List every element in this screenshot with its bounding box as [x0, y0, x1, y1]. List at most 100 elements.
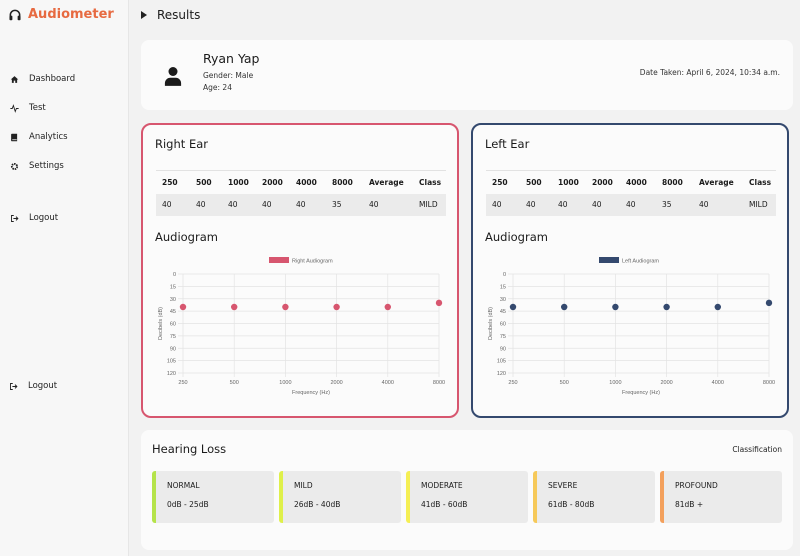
x-tick-label: 250	[508, 380, 517, 386]
left-ear-title: Left Ear	[485, 137, 530, 151]
y-tick-label: 15	[170, 284, 176, 290]
sidebar-item-test[interactable]: Test	[10, 103, 46, 113]
right-audiogram-title: Audiogram	[155, 230, 218, 244]
y-axis-label: Decibels (dB)	[158, 307, 164, 340]
table-cell: 40	[693, 193, 743, 216]
user-icon	[164, 67, 182, 86]
column-header: Class	[413, 170, 446, 194]
x-tick-label: 2000	[330, 380, 342, 386]
column-header: 500	[190, 170, 222, 194]
sidebar-item-label: Settings	[29, 161, 64, 171]
x-tick-label: 8000	[763, 380, 775, 386]
table-cell: 40	[290, 193, 326, 216]
hearing-class-name: NORMAL	[167, 481, 200, 490]
brand[interactable]: Audiometer	[8, 7, 114, 22]
x-tick-label: 8000	[433, 380, 445, 386]
sidebar-item-settings[interactable]: Settings	[10, 161, 64, 171]
left-ear-table: 250 500 1000 2000 4000 8000 Average Clas…	[486, 170, 776, 216]
table-cell: 40	[222, 193, 256, 216]
table-cell: 40	[256, 193, 290, 216]
y-tick-label: 75	[500, 334, 506, 340]
y-tick-label: 90	[170, 346, 176, 352]
x-tick-label: 500	[560, 380, 569, 386]
hearing-class-name: SEVERE	[548, 481, 578, 490]
headphones-icon	[9, 9, 21, 20]
sidebar-item-logout[interactable]: Logout	[10, 213, 58, 223]
hearing-class-range: 41dB - 60dB	[421, 500, 468, 509]
left-ear-card: Left Ear 250 500 1000 2000 4000 8000 Ave…	[471, 123, 789, 418]
column-header: 8000	[326, 170, 363, 194]
patient-age: Age: 24	[203, 83, 232, 92]
logout-icon	[11, 214, 19, 222]
data-point	[663, 303, 670, 311]
y-tick-label: 0	[173, 272, 176, 278]
table-header-row: 250 500 1000 2000 4000 8000 Average Clas…	[156, 170, 446, 194]
data-point	[765, 299, 773, 307]
hearing-class-range: 0dB - 25dB	[167, 500, 209, 509]
table-cell: 40	[520, 193, 552, 216]
column-header: 500	[520, 170, 552, 194]
y-tick-label: 45	[500, 309, 506, 315]
sidebar-item-label: Dashboard	[29, 74, 76, 84]
waveform-icon	[10, 103, 19, 113]
data-point	[561, 303, 568, 311]
table-cell: 40	[190, 193, 222, 216]
right-ear-title: Right Ear	[155, 137, 208, 151]
sidebar-item-dashboard[interactable]: Dashboard	[10, 74, 75, 84]
column-header: 4000	[290, 170, 326, 194]
logout-icon	[10, 382, 18, 390]
y-tick-label: 105	[167, 359, 176, 365]
hearing-class-range: 26dB - 40dB	[294, 500, 341, 509]
sidebar-bottom-logout[interactable]: Logout	[9, 381, 57, 391]
column-header: 1000	[222, 170, 256, 194]
chart-legend: Left Audiogram	[599, 257, 659, 265]
table-cell: 40	[156, 193, 190, 216]
caret-right-icon[interactable]	[141, 11, 147, 19]
page-title: Results	[157, 8, 201, 22]
column-header: 8000	[656, 170, 693, 194]
book-icon	[11, 133, 18, 141]
table-cell: 40	[363, 193, 413, 216]
x-tick-label: 2000	[660, 380, 672, 386]
y-tick-label: 60	[170, 322, 176, 328]
legend-swatch	[269, 257, 289, 263]
hearing-class-range: 81dB +	[675, 500, 704, 509]
data-point	[435, 299, 443, 307]
column-header: 2000	[586, 170, 620, 194]
column-header: 250	[156, 170, 190, 194]
x-tick-label: 4000	[712, 380, 724, 386]
column-header: 4000	[620, 170, 656, 194]
data-point	[282, 303, 289, 311]
sidebar-item-label: Test	[29, 103, 46, 113]
hearing-class-range: 61dB - 80dB	[548, 500, 595, 509]
gear-icon	[10, 162, 19, 170]
table-cell: 40	[586, 193, 620, 216]
hearing-class-moderate: MODERATE 41dB - 60dB	[406, 471, 528, 523]
y-axis-label: Decibels (dB)	[488, 307, 494, 340]
right-ear-card: Right Ear 250 500 1000 2000 4000 8000 Av…	[141, 123, 459, 418]
x-axis-label: Frequency (Hz)	[622, 390, 660, 396]
table-cell: MILD	[413, 193, 446, 216]
x-tick-label: 1000	[609, 380, 621, 386]
data-point	[384, 303, 391, 311]
date-taken: Date Taken: April 6, 2024, 10:34 a.m.	[639, 68, 780, 77]
hearing-class-name: PROFOUND	[675, 481, 718, 490]
x-axis-label: Frequency (Hz)	[292, 390, 330, 396]
left-audiogram-title: Audiogram	[485, 230, 548, 244]
column-header: 250	[486, 170, 520, 194]
patient-gender: Gender: Male	[203, 71, 254, 80]
legend-label: Left Audiogram	[622, 259, 659, 265]
column-header: 1000	[552, 170, 586, 194]
y-tick-label: 30	[170, 297, 176, 303]
table-cell: 35	[326, 193, 363, 216]
app-name: Audiometer	[28, 7, 114, 22]
right-audiogram-chart: Right Audiogram 0 15 30 45 60 75 90 105 120250 500…	[158, 257, 445, 396]
results-header[interactable]: Results	[141, 8, 200, 22]
column-header: Average	[693, 170, 743, 194]
table-cell: 40	[620, 193, 656, 216]
sidebar-item-analytics[interactable]: Analytics	[10, 132, 68, 142]
sidebar-item-label: Analytics	[29, 132, 68, 142]
y-tick-label: 105	[497, 359, 506, 365]
sidebar: Audiometer Dashboard Test Analytics Sett…	[0, 0, 129, 556]
home-icon	[10, 75, 19, 83]
